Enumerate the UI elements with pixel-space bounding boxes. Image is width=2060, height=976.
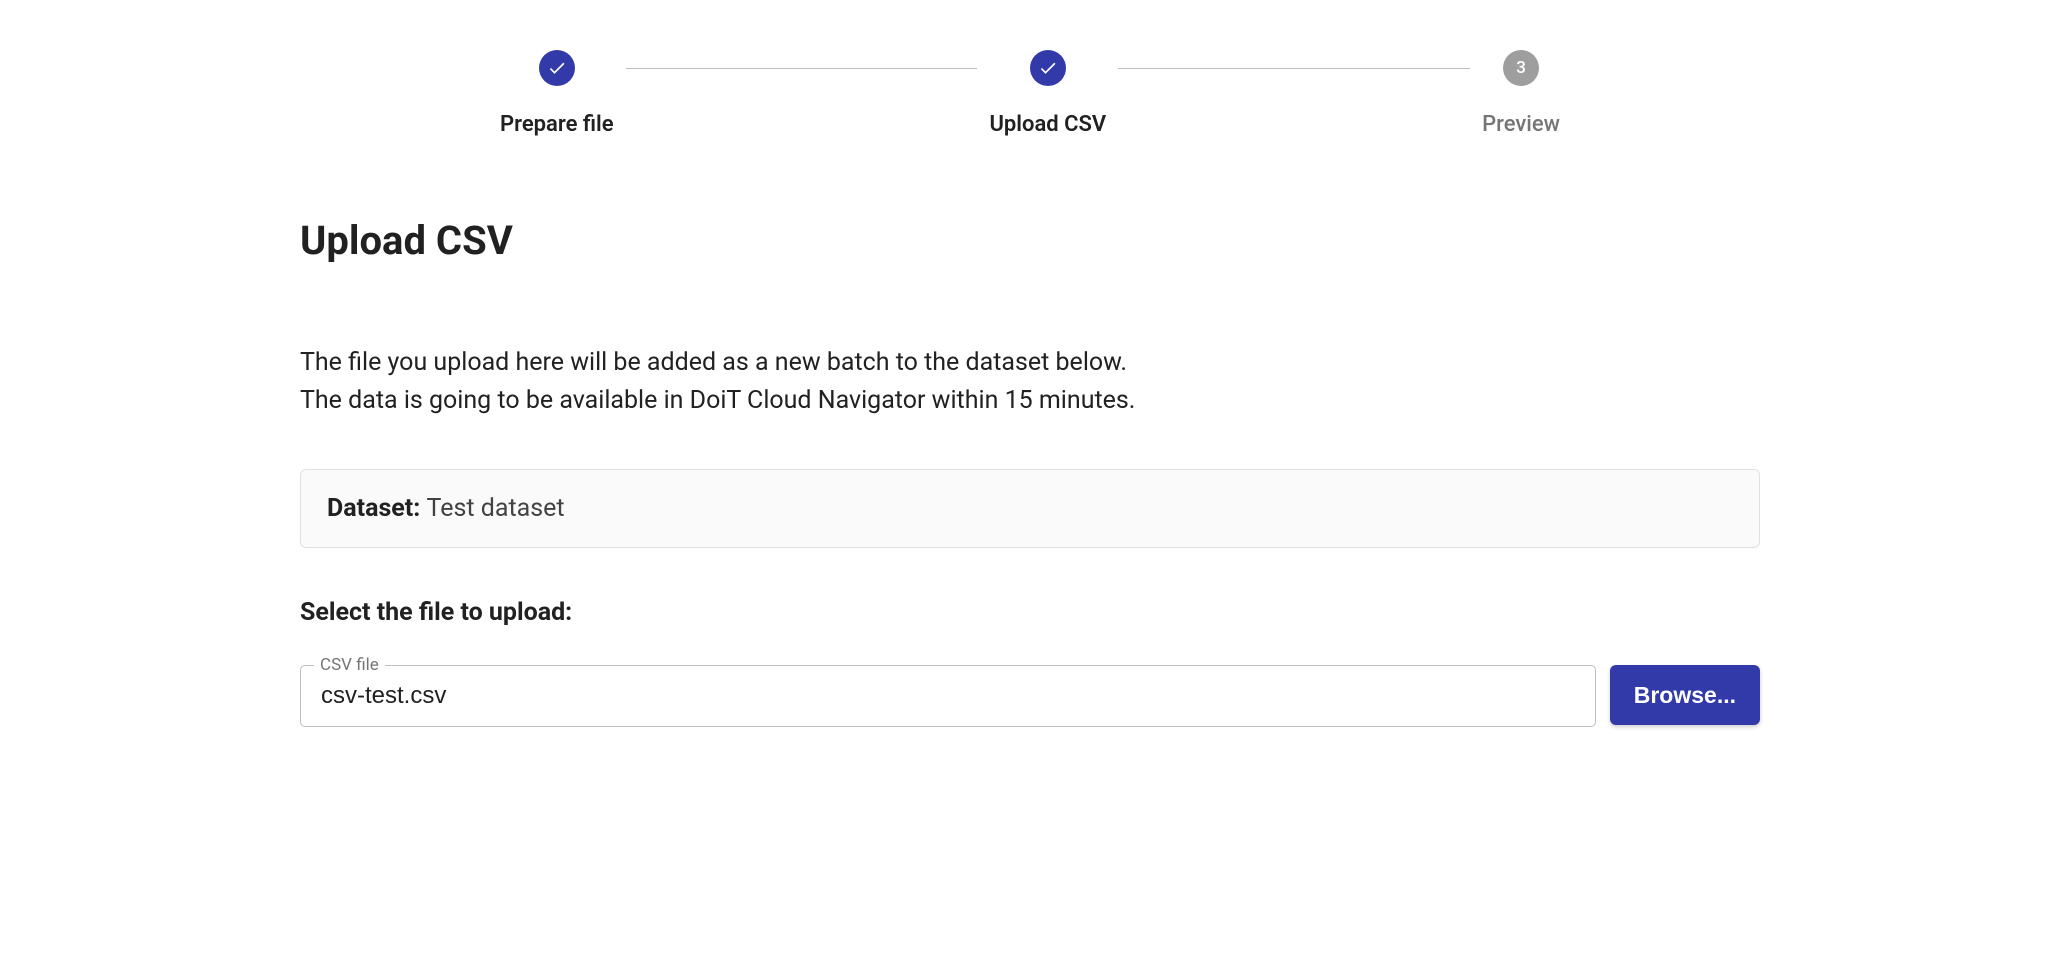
step-number-circle: 3 xyxy=(1503,50,1539,86)
page-description: The file you upload here will be added a… xyxy=(300,344,1760,419)
file-input-label: CSV file xyxy=(314,655,385,675)
check-icon xyxy=(539,50,575,86)
step-label: Upload CSV xyxy=(989,112,1106,137)
main-content: Upload CSV The file you upload here will… xyxy=(300,217,1760,727)
step-label: Prepare file xyxy=(500,112,614,137)
dataset-value: Test dataset xyxy=(427,494,565,523)
step-upload-csv[interactable]: Upload CSV xyxy=(989,50,1106,137)
file-input-wrapper: CSV file xyxy=(300,665,1596,727)
file-upload-row: CSV file Browse... xyxy=(300,665,1760,727)
description-line: The file you upload here will be added a… xyxy=(300,344,1760,382)
step-connector xyxy=(1118,68,1470,69)
dataset-info-box: Dataset: Test dataset xyxy=(300,469,1760,548)
step-connector xyxy=(626,68,978,69)
file-select-prompt: Select the file to upload: xyxy=(300,598,1760,627)
browse-button[interactable]: Browse... xyxy=(1610,665,1760,725)
page-title: Upload CSV xyxy=(300,217,1760,264)
check-icon xyxy=(1030,50,1066,86)
step-label: Preview xyxy=(1482,112,1560,137)
dataset-label: Dataset: xyxy=(327,494,427,523)
csv-file-input[interactable] xyxy=(300,665,1596,727)
description-line: The data is going to be available in Doi… xyxy=(300,382,1760,420)
step-prepare-file[interactable]: Prepare file xyxy=(500,50,614,137)
stepper: Prepare file Upload CSV 3 Preview xyxy=(390,50,1670,137)
step-number: 3 xyxy=(1516,58,1526,78)
step-preview[interactable]: 3 Preview xyxy=(1482,50,1560,137)
